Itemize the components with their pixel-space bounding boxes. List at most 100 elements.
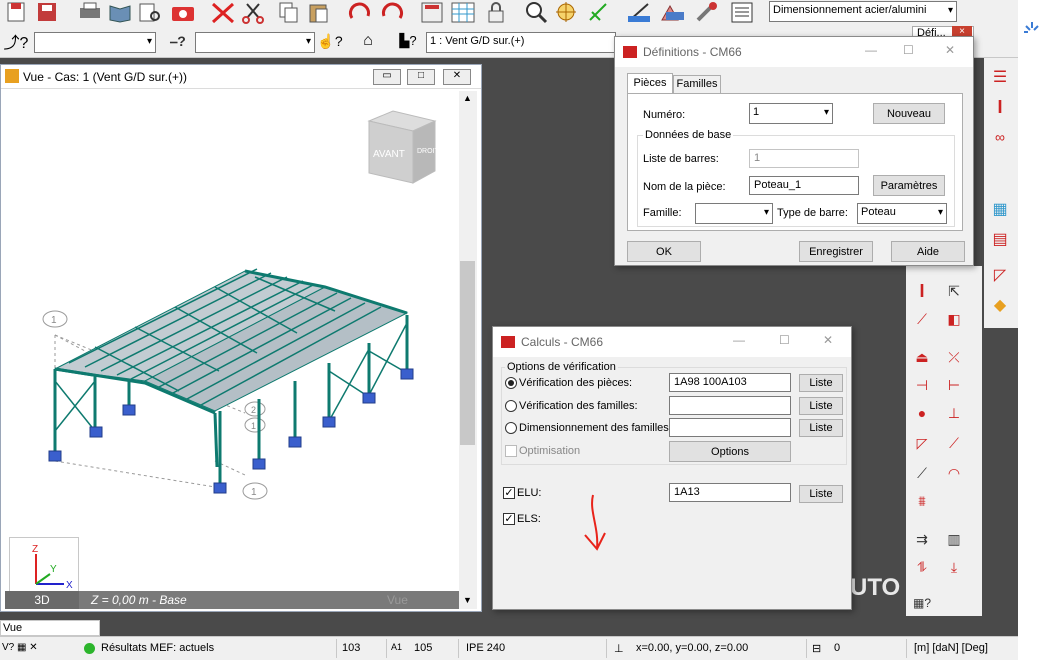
maximize-button[interactable]: □ <box>407 69 435 85</box>
minimize-button[interactable]: ▭ <box>373 69 401 85</box>
options-button[interactable]: Options <box>669 441 791 462</box>
node-icon[interactable]: ⊣ <box>910 374 934 396</box>
dim-familles-radio[interactable] <box>505 422 517 434</box>
elu-checkbox[interactable]: ✓ <box>503 487 515 499</box>
table-icon[interactable]: ▦ <box>988 198 1012 220</box>
axis-y-label: Y <box>50 564 57 575</box>
structure-3d-canvas[interactable]: AVANT DROITE 1 1 2 1 <box>5 91 461 591</box>
table-icon <box>451 2 475 23</box>
arc-icon[interactable]: ◠ <box>942 462 966 484</box>
moment-icon[interactable]: ⥮ <box>910 556 934 578</box>
pin-icon[interactable]: ● <box>910 402 934 424</box>
aide-button[interactable]: Aide <box>891 241 965 262</box>
node-count: 103 <box>342 642 361 654</box>
house-icon[interactable]: ⌂ <box>356 30 380 52</box>
select-cursor-icon[interactable]: ⤴? <box>4 30 29 52</box>
selection-combo-2[interactable]: ▾ <box>195 32 315 53</box>
enregistrer-label: Enregistrer <box>809 245 863 258</box>
member-list-icon[interactable]: ☰ <box>988 66 1012 88</box>
point-load-icon[interactable]: ⤓ <box>942 556 966 578</box>
verif-pieces-liste-button[interactable]: Liste <box>799 374 843 392</box>
tab-familles[interactable]: Familles <box>673 75 721 93</box>
vertical-scrollbar[interactable]: ▲ ▼ <box>459 91 477 609</box>
dim-familles-liste-button[interactable]: Liste <box>799 419 843 437</box>
support-icon[interactable]: ⏏ <box>910 346 934 368</box>
angle-section-icon[interactable]: ◸ <box>988 264 1012 286</box>
connection-icon[interactable]: ⇱ <box>942 280 966 302</box>
grid-frame-icon[interactable]: ▤ <box>988 228 1012 250</box>
separator <box>336 639 337 658</box>
box-icon[interactable]: ◆ <box>988 294 1012 316</box>
verif-familles-field[interactable] <box>669 396 791 415</box>
verif-pieces-value: 1A98 100A103 <box>674 376 747 388</box>
coords-icon: ⊥ <box>614 643 624 655</box>
bar-icon[interactable]: ⟋ <box>910 308 934 330</box>
elastic-icon[interactable]: ⊥ <box>942 402 966 424</box>
nouveau-button[interactable]: Nouveau <box>873 103 945 124</box>
minimize-button[interactable]: — <box>733 333 745 347</box>
chevron-down-icon: ▾ <box>947 5 953 16</box>
haunch-icon[interactable]: ◸ <box>910 432 934 454</box>
scroll-down-icon[interactable]: ▼ <box>463 595 472 605</box>
tab-pieces[interactable]: Pièces <box>627 73 673 93</box>
elu-field[interactable]: 1A13 <box>669 483 791 502</box>
type-barre-combo[interactable]: Poteau ▾ <box>857 203 947 224</box>
parametres-button[interactable]: Paramètres <box>873 175 945 196</box>
separator <box>806 639 807 658</box>
view-cube[interactable]: AVANT DROITE <box>367 110 444 184</box>
close-button[interactable]: ✕ <box>443 69 471 85</box>
verif-familles-liste-button[interactable]: Liste <box>799 397 843 415</box>
elu-liste-button[interactable]: Liste <box>799 485 843 503</box>
maximize-button[interactable]: ☐ <box>903 43 914 57</box>
verif-familles-radio[interactable] <box>505 400 517 412</box>
dim-familles-field[interactable] <box>669 418 791 437</box>
scroll-up-icon[interactable]: ▲ <box>463 93 472 103</box>
ok-button[interactable]: OK <box>627 241 701 262</box>
column-icon[interactable]: I <box>910 280 934 302</box>
target-icon <box>556 2 576 22</box>
nom-piece-field[interactable]: Poteau_1 <box>749 176 859 195</box>
famille-combo[interactable]: ▾ <box>695 203 773 224</box>
offset-icon[interactable]: ⊢ <box>942 374 966 396</box>
i-beam-icon[interactable]: I <box>988 96 1012 118</box>
hinge-icon[interactable]: ⟋ <box>910 462 934 484</box>
view-titlebar: Vue - Cas: 1 (Vent G/D sur.(+)) ▭ □ ✕ <box>1 65 481 89</box>
numero-combo[interactable]: 1 ▾ <box>749 103 833 124</box>
release-icon[interactable]: ⤫ <box>942 346 966 368</box>
close-button[interactable]: ✕ <box>823 333 833 347</box>
glasses-icon[interactable]: ∞ <box>988 126 1012 148</box>
distributed-load-icon[interactable]: ▥ <box>942 528 966 550</box>
print-icon <box>80 2 100 18</box>
els-label: ELS: <box>517 513 541 525</box>
app-logo-icon <box>5 69 19 83</box>
loading-spinner-icon <box>1024 22 1039 33</box>
scroll-thumb[interactable] <box>460 261 475 445</box>
els-checkbox[interactable]: ✓ <box>503 513 515 525</box>
load-case-icon[interactable]: ▙? <box>396 30 420 52</box>
help-cursor-icon[interactable]: ▦? <box>910 592 934 614</box>
status-ok-icon <box>84 643 95 654</box>
separator <box>458 639 459 658</box>
stack-icon[interactable]: ◧ <box>942 308 966 330</box>
wall-icon[interactable]: ⩩ <box>910 490 934 512</box>
selection-combo-1[interactable]: ▾ <box>34 32 156 53</box>
bar-selection-icon[interactable]: ⎯? <box>166 30 190 52</box>
minimize-button[interactable]: — <box>865 43 877 57</box>
analysis-type-combo[interactable]: Dimensionnement acier/alumini ▾ <box>769 1 957 22</box>
enregistrer-button[interactable]: Enregistrer <box>799 241 873 262</box>
verif-pieces-field[interactable]: 1A98 100A103 <box>669 373 791 392</box>
verif-pieces-radio[interactable] <box>505 377 517 389</box>
cable-icon[interactable]: ⟋ <box>942 432 966 454</box>
view-mode-label[interactable]: 3D <box>5 591 79 609</box>
hand-cursor-icon[interactable]: ☝? <box>317 30 342 52</box>
status-tools-icon[interactable]: V? ▦ ✕ <box>2 642 38 653</box>
maximize-button[interactable]: ☐ <box>779 333 790 347</box>
liste-barres-label: Liste de barres: <box>643 153 719 165</box>
units-label[interactable]: [m] [daN] [Deg] <box>914 642 988 654</box>
load-icon[interactable]: ⇉ <box>910 528 934 550</box>
calculs-dialog: Calculs - CM66 — ☐ ✕ Options de vérifica… <box>492 326 852 610</box>
tab-pieces-label: Pièces <box>633 77 667 89</box>
cube-front-label: AVANT <box>373 149 405 160</box>
close-button[interactable]: ✕ <box>945 43 955 57</box>
load-case-combo[interactable]: 1 : Vent G/D sur.(+) <box>426 32 616 53</box>
